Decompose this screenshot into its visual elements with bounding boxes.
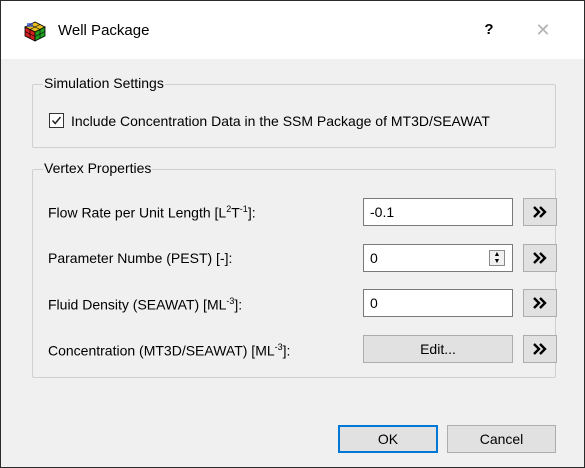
concentration-edit-button[interactable]: Edit... [363, 335, 513, 363]
cancel-button[interactable]: Cancel [447, 425, 556, 453]
spin-up-icon[interactable]: ▲ [490, 251, 504, 258]
concentration-more-button[interactable] [523, 335, 557, 363]
spin-down-icon[interactable]: ▼ [490, 258, 504, 265]
concentration-label: Concentration (MT3D/SEAWAT) [ML-3]: [48, 342, 291, 359]
flow-rate-label: Flow Rate per Unit Length [L2T-1]: [48, 204, 256, 221]
double-chevron-right-icon [533, 206, 547, 218]
checkmark-icon [51, 116, 62, 125]
ok-button[interactable]: OK [338, 425, 438, 453]
flow-rate-input[interactable]: -0.1 [363, 198, 513, 226]
grid-cube-icon [24, 21, 46, 42]
double-chevron-right-icon [533, 343, 547, 355]
flow-rate-more-button[interactable] [523, 198, 557, 226]
well-package-dialog: Well Package ? ✕ Simulation Settings Inc… [0, 0, 585, 468]
fluid-density-label: Fluid Density (SEAWAT) [ML-3]: [48, 296, 243, 313]
include-concentration-label[interactable]: Include Concentration Data in the SSM Pa… [71, 113, 490, 129]
double-chevron-right-icon [533, 252, 547, 264]
fluid-density-more-button[interactable] [523, 289, 557, 317]
parameter-number-spinner[interactable]: ▲ ▼ [489, 250, 505, 266]
vertex-properties-title: Vertex Properties [43, 160, 153, 176]
parameter-number-label: Parameter Numbe (PEST) [-]: [48, 250, 233, 266]
fluid-density-input[interactable]: 0 [363, 289, 513, 317]
parameter-number-more-button[interactable] [523, 244, 557, 272]
include-concentration-checkbox[interactable] [49, 113, 64, 128]
help-button[interactable]: ? [469, 15, 509, 45]
simulation-settings-title: Simulation Settings [43, 75, 165, 91]
double-chevron-right-icon [533, 297, 547, 309]
title-bar: Well Package ? ✕ [1, 1, 584, 59]
window-title: Well Package [58, 22, 150, 39]
close-button[interactable]: ✕ [523, 15, 563, 45]
